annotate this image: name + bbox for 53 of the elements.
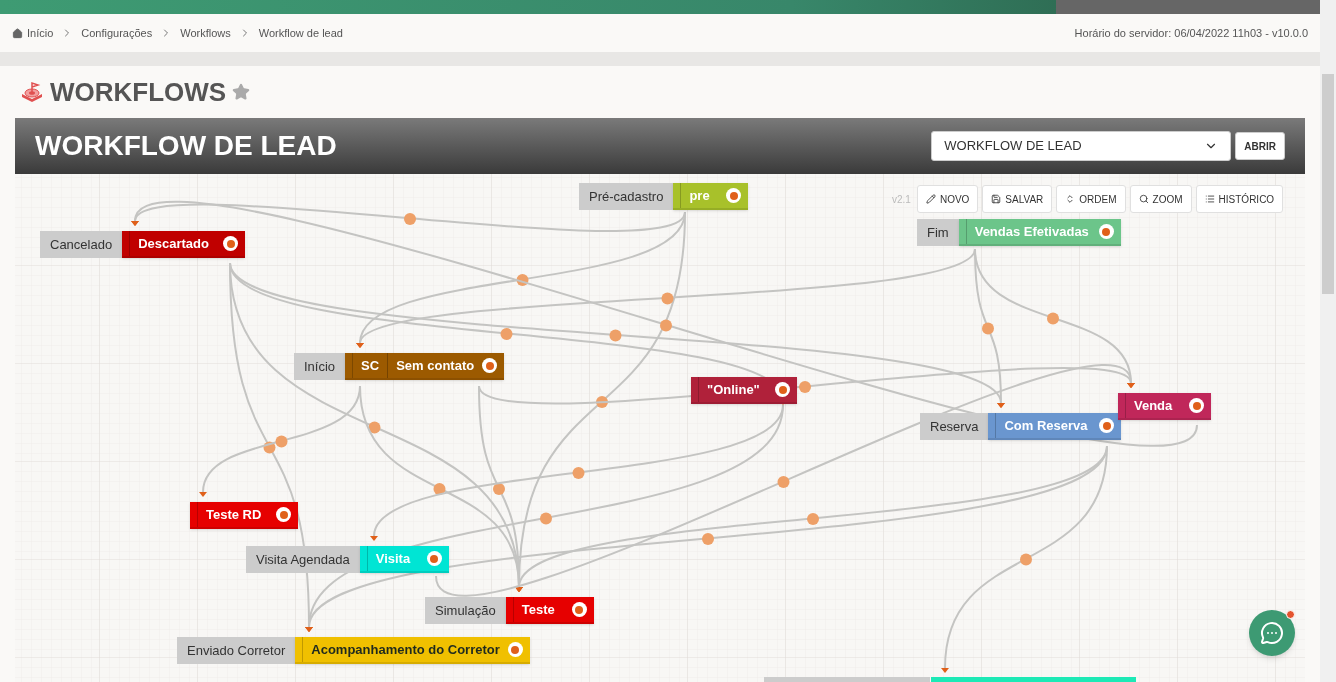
port-circle-icon[interactable] — [276, 507, 291, 522]
breadcrumb-link[interactable]: Workflow de lead — [258, 24, 343, 42]
pencil-icon — [925, 194, 936, 204]
port-circle-icon[interactable] — [775, 382, 790, 397]
breadcrumb-link[interactable]: Início — [12, 24, 54, 42]
node-status-label: Reserva — [920, 413, 989, 440]
node-name: Teste RD — [206, 505, 263, 524]
workflow-node[interactable]: SC Sem contato — [345, 353, 505, 380]
node-name: pre — [689, 186, 711, 205]
node-status-label: Cancelado — [40, 231, 123, 258]
node-status-label: Pré-cadastro — [579, 183, 674, 210]
breadcrumb-link[interactable]: Workflows — [180, 24, 231, 42]
chat-bubble-icon — [1260, 621, 1284, 645]
node-name: Vendas Efetivadas — [974, 222, 1090, 241]
workflow-node[interactable]: Descartado — [122, 231, 246, 258]
node-name: Teste — [521, 600, 556, 619]
node-status-label: Visita Agendada — [246, 546, 360, 573]
workflow-node[interactable]: Teste RD — [190, 502, 298, 529]
node-status-label: Início — [294, 353, 346, 380]
workflow-node[interactable]: Venda — [1118, 393, 1211, 420]
node-status-label: Simulação — [425, 597, 506, 624]
node-name: Descartado — [138, 234, 210, 253]
workflow-node[interactable]: "Online" — [691, 377, 797, 404]
toolbar-button[interactable]: SALVAR — [982, 185, 1053, 213]
workflow-select[interactable]: WORKFLOW DE LEAD — [931, 131, 1232, 161]
list-icon — [1204, 194, 1215, 204]
breadcrumb-link[interactable]: Configurações — [81, 24, 153, 42]
open-button[interactable]: ABRIR — [1235, 132, 1285, 160]
node-status-label: Fim — [917, 219, 959, 246]
version-label: v2.1 — [892, 192, 911, 207]
page-title: WORKFLOWS — [50, 75, 227, 109]
toolbar-button[interactable]: ORDEM — [1056, 185, 1126, 213]
workflow-title: WORKFLOW DE LEAD — [35, 129, 337, 163]
node-name: Visita — [375, 549, 412, 568]
node-name: Sem contato — [396, 356, 475, 375]
workflow-node[interactable]: Acompanhamento do Corretor — [295, 637, 530, 664]
node-name: Com Reserva — [1004, 416, 1089, 435]
node-name: Acompanhamento do Corretor — [311, 640, 500, 659]
toolbar-button[interactable]: ZOOM — [1129, 185, 1192, 213]
home-icon — [12, 27, 23, 39]
node-name: "Online" — [707, 380, 761, 399]
up-down-arrows-icon — [1065, 194, 1076, 204]
node-name: Venda — [1134, 396, 1174, 415]
workflow-node[interactable]: Teste — [505, 597, 594, 624]
node-code: SC — [361, 353, 389, 378]
server-time-text: Horário do servidor: 06/04/2022 11h03 - v10.0.0 — [1074, 25, 1308, 41]
workflow-icon — [20, 80, 44, 104]
port-circle-icon[interactable] — [1189, 398, 1204, 413]
toolbar-button[interactable]: NOVO — [916, 185, 979, 213]
favorite-star-icon[interactable] — [232, 83, 251, 101]
node-status-label: Enviado Corretor — [177, 637, 296, 664]
toolbar-button[interactable]: HISTÓRICO — [1195, 185, 1284, 213]
search-icon — [1138, 194, 1149, 204]
